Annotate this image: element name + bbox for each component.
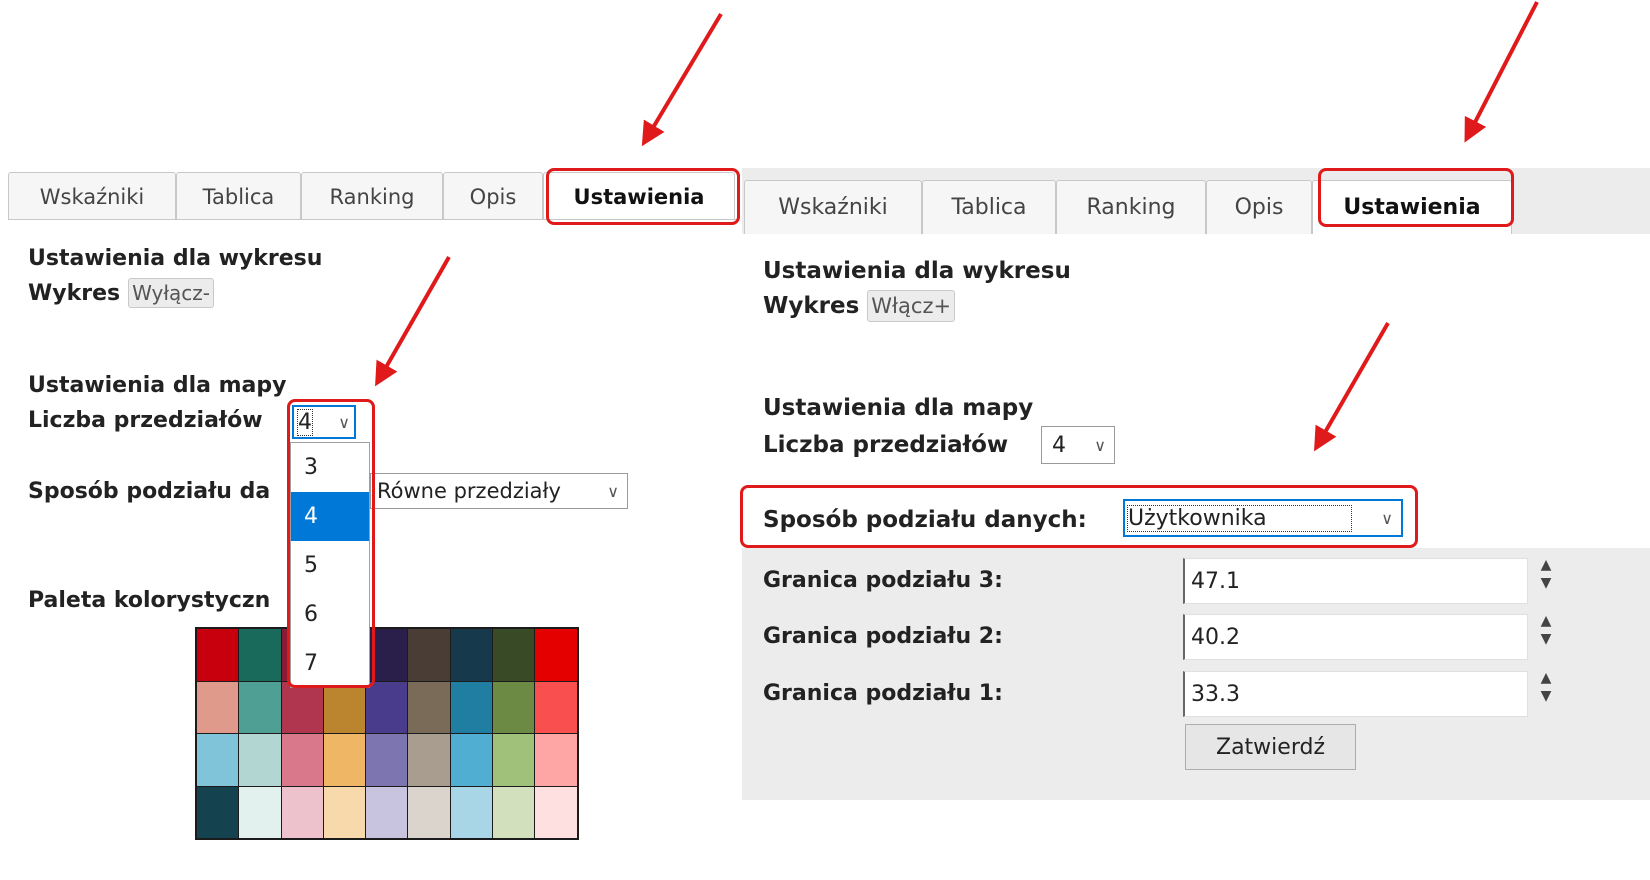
palette-swatch[interactable] [450,786,493,838]
tab-wskazniki-left[interactable]: Wskaźniki [8,172,176,220]
chevron-down-icon: ∨ [1381,508,1393,528]
palette-swatch[interactable] [281,734,323,786]
palette-swatch[interactable] [408,629,450,681]
right-tabbar: Wskaźniki Tablica Ranking Opis Ustawieni… [744,180,1512,234]
right-intervals-select[interactable]: 4 ∨ [1041,426,1115,464]
palette-swatch[interactable] [450,734,493,786]
palette-swatch[interactable] [281,786,323,838]
boundary-2-spinner[interactable]: ▲ ▼ [1534,612,1558,654]
palette-swatch[interactable] [323,786,366,838]
palette-swatch[interactable] [239,629,281,681]
left-chart-row: Wykres Wyłącz- [28,278,215,308]
submit-button[interactable]: Zatwierdź [1185,724,1356,770]
palette-swatch[interactable] [493,681,535,733]
boundary-2-label: Granica podziału 2: [763,624,1003,649]
chart-toggle-off-button[interactable]: Wyłącz- [128,278,215,308]
intervals-option-6[interactable]: 6 [291,590,369,639]
palette-swatch[interactable] [366,629,408,681]
right-intervals-value: 4 [1052,432,1066,458]
chart-toggle-on-button[interactable]: Włącz+ [867,290,956,322]
arrow-to-intervals-dropdown [375,256,451,387]
right-map-heading: Ustawienia dla mapy [763,395,1034,421]
palette-swatch[interactable] [197,786,239,838]
chevron-down-icon: ∨ [338,412,350,432]
tab-tablica-right[interactable]: Tablica [922,180,1056,234]
right-chart-row: Wykres Włącz+ [763,290,956,322]
palette-swatch[interactable] [366,734,408,786]
left-tab-underline [8,219,738,220]
tab-ranking-left[interactable]: Ranking [301,172,443,220]
palette-swatch[interactable] [408,786,450,838]
tab-opis-left[interactable]: Opis [443,172,543,220]
intervals-option-4[interactable]: 4 [291,492,369,541]
tab-ranking-right[interactable]: Ranking [1056,180,1206,234]
left-map-heading: Ustawienia dla mapy [28,373,287,398]
boundary-3-spinner[interactable]: ▲ ▼ [1534,556,1558,598]
boundary-1-spinner[interactable]: ▲ ▼ [1534,669,1558,711]
palette-swatch[interactable] [323,681,366,733]
palette-swatch[interactable] [323,734,366,786]
palette-swatch[interactable] [535,734,577,786]
palette-swatch[interactable] [535,629,577,681]
right-division-select[interactable]: Użytkownika ∨ [1123,499,1403,537]
left-intervals-label: Liczba przedziałów [28,408,263,433]
right-chart-label: Wykres [763,293,860,319]
palette-swatch[interactable] [239,734,281,786]
boundary-3-value: 47.1 [1191,568,1240,594]
arrow-to-right-settings-tab [1464,1,1539,143]
palette-swatch[interactable] [366,681,408,733]
right-intervals-label: Liczba przedziałów [763,432,1009,458]
left-tabbar: Wskaźniki Tablica Ranking Opis Ustawieni… [8,172,735,220]
left-division-value: Równe przedziały [377,479,561,503]
left-palette-label: Paleta kolorystyczn [28,588,271,613]
palette-swatch[interactable] [239,786,281,838]
palette-swatch[interactable] [197,734,239,786]
palette-swatch[interactable] [493,786,535,838]
palette-swatch[interactable] [535,681,577,733]
boundary-2-input[interactable]: 40.2 [1183,614,1528,660]
palette-swatch[interactable] [366,786,408,838]
palette-swatch[interactable] [493,734,535,786]
palette-swatch[interactable] [197,629,239,681]
intervals-option-7[interactable]: 7 [291,639,369,688]
palette-swatch[interactable] [450,681,493,733]
left-intervals-value: 4 [297,408,313,436]
left-division-select[interactable]: Równe przedziały ∨ [370,473,628,509]
color-palette-grid [195,627,579,840]
tab-tablica-left[interactable]: Tablica [176,172,301,220]
palette-swatch[interactable] [408,734,450,786]
tab-ustawienia-right[interactable]: Ustawienia [1312,180,1512,234]
right-division-label: Sposób podziału danych: [763,507,1087,533]
boundary-1-value: 33.3 [1191,681,1240,707]
tab-wskazniki-right[interactable]: Wskaźniki [744,180,922,234]
right-division-value: Użytkownika [1127,504,1352,532]
chevron-down-icon: ∨ [1094,435,1106,455]
palette-swatch[interactable] [281,681,323,733]
boundary-1-label: Granica podziału 1: [763,681,1003,706]
palette-swatch[interactable] [197,681,239,733]
tab-ustawienia-left[interactable]: Ustawienia [543,172,735,220]
boundary-1-input[interactable]: 33.3 [1183,671,1528,717]
boundary-2-value: 40.2 [1191,624,1240,650]
palette-swatch[interactable] [239,681,281,733]
boundary-3-input[interactable]: 47.1 [1183,558,1528,604]
palette-swatch[interactable] [535,786,577,838]
intervals-option-3[interactable]: 3 [291,443,369,492]
left-division-label: Sposób podziału da [28,479,271,504]
chevron-down-icon: ∨ [607,481,619,501]
intervals-dropdown-list: 3 4 5 6 7 [290,442,370,688]
boundary-3-label: Granica podziału 3: [763,568,1003,593]
intervals-option-5[interactable]: 5 [291,541,369,590]
palette-swatch[interactable] [493,629,535,681]
right-chart-heading: Ustawienia dla wykresu [763,258,1071,284]
left-intervals-select[interactable]: 4 ∨ [292,405,356,439]
tab-opis-right[interactable]: Opis [1206,180,1312,234]
left-chart-label: Wykres [28,280,121,306]
palette-swatch[interactable] [408,681,450,733]
left-chart-heading: Ustawienia dla wykresu [28,246,323,271]
palette-swatch[interactable] [450,629,493,681]
arrow-to-left-settings-tab [641,12,723,147]
arrow-to-division-method [1314,322,1390,452]
